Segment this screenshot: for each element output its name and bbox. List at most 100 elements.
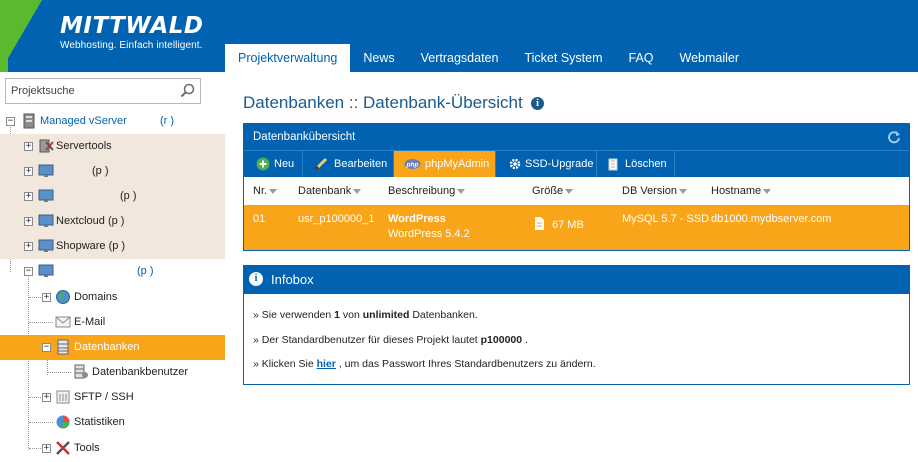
tree-item-statistiken[interactable]: Statistiken [0, 410, 225, 435]
column-header-datenbank[interactable]: Datenbank [298, 177, 362, 205]
column-header-hostname[interactable]: Hostname [711, 177, 772, 205]
tree-line [29, 448, 41, 449]
info-text: Datenbanken. [409, 309, 478, 321]
column-header-label: Größe [532, 185, 564, 197]
cell-groesse: 67 MB [552, 219, 584, 231]
info-text: » Sie verwenden [253, 309, 335, 321]
tree-item-project[interactable]: + (p ) [0, 159, 225, 184]
ssd-upgrade-button[interactable]: SSD-Upgrade [496, 151, 597, 177]
tree-line [29, 322, 53, 323]
infobox-title: Infobox [271, 272, 314, 287]
column-header-label: Datenbank [298, 185, 352, 197]
tree-item-sftp-ssh[interactable]: + SFTP / SSH [0, 385, 225, 410]
expand-toggle-icon[interactable]: + [42, 393, 51, 402]
ssd-upgrade-button-label: SSD-Upgrade [525, 158, 594, 170]
tree-item-nextcloud[interactable]: + Nextcloud (p ) [0, 209, 225, 234]
collapse-toggle-icon[interactable]: − [6, 117, 15, 126]
search-icon[interactable] [179, 82, 196, 99]
expand-toggle-icon[interactable]: + [24, 217, 33, 226]
info-text: , um das Passwort Ihres Standardbenutzer… [335, 358, 596, 370]
tree-item-managed-vserver[interactable]: − Managed vServer (r ) [0, 109, 225, 134]
column-header-label: DB Version [622, 185, 678, 197]
edit-button-label: Bearbeiten [334, 158, 388, 170]
pencil-icon [314, 157, 328, 171]
tree-item-project-expanded[interactable]: − (p ) [0, 259, 225, 284]
tab-ticket-system[interactable]: Ticket System [511, 44, 615, 72]
expand-toggle-icon[interactable]: + [24, 192, 33, 201]
table-header: Nr. Datenbank Beschreibung Größe DB Vers… [244, 177, 909, 205]
project-search [5, 78, 201, 104]
sort-arrow-icon [679, 188, 688, 194]
delete-button[interactable]: Löschen [597, 151, 675, 177]
tree-line [29, 422, 53, 423]
tree-item-label: Datenbankbenutzer [92, 366, 189, 378]
sort-arrow-icon [353, 188, 362, 194]
logo[interactable]: MITTWALD Webhosting. Einfach intelligent… [60, 14, 203, 51]
cell-beschreibung-title: WordPress [388, 213, 446, 225]
tab-projektverwaltung[interactable]: Projektverwaltung [225, 44, 351, 72]
column-header-beschreibung[interactable]: Beschreibung [388, 177, 466, 205]
file-icon [535, 217, 544, 230]
tree-item-datenbankbenutzer[interactable]: Datenbankbenutzer [0, 360, 225, 385]
monitor-icon [38, 164, 54, 177]
column-header-nr[interactable]: Nr. [253, 177, 278, 205]
column-header-label: Hostname [711, 185, 762, 197]
tab-faq[interactable]: FAQ [616, 44, 667, 72]
globe-icon [56, 290, 70, 304]
expand-toggle-icon[interactable]: + [24, 142, 33, 151]
tree-item-id: (r ) [160, 115, 175, 127]
phpmyadmin-button[interactable]: php phpMyAdmin [394, 151, 496, 177]
monitor-icon [38, 239, 54, 252]
tree-line [29, 297, 41, 298]
logo-green-fill [0, 0, 8, 72]
cell-beschreibung-sub: WordPress 5.4.2 [388, 228, 470, 240]
expand-toggle-icon[interactable]: + [24, 242, 33, 251]
column-header-db-version[interactable]: DB Version [622, 177, 688, 205]
tab-news[interactable]: News [350, 44, 407, 72]
tree-item-datenbanken[interactable]: − Datenbanken [0, 335, 225, 360]
info-icon: i [249, 272, 263, 286]
column-header-label: Nr. [253, 185, 268, 197]
sort-arrow-icon [565, 188, 574, 194]
header: MITTWALD Webhosting. Einfach intelligent… [0, 0, 918, 72]
logo-wordmark: MITTWALD [60, 13, 204, 39]
table-row[interactable]: 01 usr_p100000_1 WordPress WordPress 5.4… [244, 205, 909, 250]
database-icon [57, 339, 69, 355]
expand-toggle-icon[interactable]: + [42, 444, 51, 453]
tree-item-email[interactable]: E-Mail [0, 310, 225, 335]
tree-item-servertools[interactable]: + Servertools [0, 134, 225, 159]
panel-header: Datenbankübersicht [244, 124, 909, 150]
expand-toggle-icon[interactable]: + [42, 293, 51, 302]
tab-webmailer[interactable]: Webmailer [667, 44, 753, 72]
info-text: von [339, 309, 363, 321]
new-button[interactable]: Neu [244, 151, 303, 177]
php-icon: php [404, 159, 421, 169]
column-header-groesse[interactable]: Größe [532, 177, 574, 205]
pie-chart-icon [56, 415, 70, 429]
tree-item-label: Datenbanken [74, 341, 140, 353]
tree-line [29, 397, 41, 398]
refresh-icon[interactable] [887, 130, 901, 144]
tree-item-tools[interactable]: + Tools [0, 436, 225, 461]
edit-button[interactable]: Bearbeiten [303, 151, 394, 177]
info-icon[interactable]: i [531, 97, 544, 110]
info-db-limit: unlimited [362, 309, 410, 321]
tree-item-project[interactable]: + (p ) [0, 184, 225, 209]
tools-icon [56, 441, 70, 455]
project-search-input[interactable] [6, 79, 176, 103]
monitor-icon [38, 264, 54, 277]
tab-vertragsdaten[interactable]: Vertragsdaten [408, 44, 512, 72]
tree-line [47, 372, 71, 373]
tree-item-domains[interactable]: + Domains [0, 285, 225, 310]
tree-item-shopware[interactable]: + Shopware (p ) [0, 234, 225, 259]
collapse-toggle-icon[interactable]: − [42, 343, 51, 352]
collapse-toggle-icon[interactable]: − [24, 267, 33, 276]
infobox: i Infobox » Sie verwenden 1 von unlimite… [243, 265, 910, 385]
password-change-link[interactable]: hier [317, 358, 336, 370]
tree-item-label: Statistiken [74, 416, 125, 428]
sort-arrow-icon [457, 188, 466, 194]
cell-datenbank: usr_p100000_1 [298, 213, 375, 225]
tree-item-label: Tools [74, 442, 100, 454]
expand-toggle-icon[interactable]: + [24, 167, 33, 176]
delete-button-label: Löschen [625, 158, 667, 170]
